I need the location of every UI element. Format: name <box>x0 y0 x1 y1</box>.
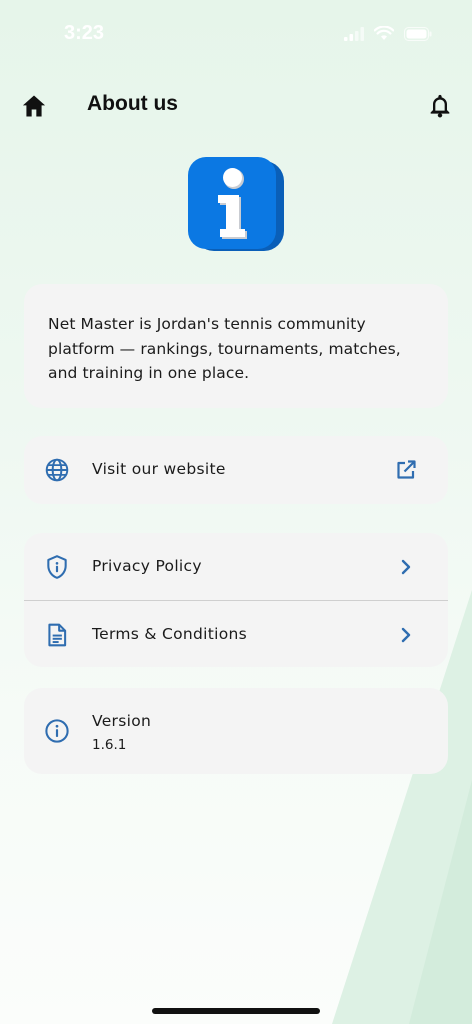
privacy-policy-label: Privacy Policy <box>92 557 202 575</box>
status-bar: 3:23 <box>0 0 472 70</box>
about-description: Net Master is Jordan's tennis community … <box>48 315 401 382</box>
home-icon <box>22 95 46 117</box>
wifi-icon <box>374 26 394 40</box>
terms-conditions-label: Terms & Conditions <box>92 625 248 643</box>
notifications-button[interactable] <box>426 92 454 120</box>
visit-website-row[interactable]: Visit our website <box>24 436 448 503</box>
document-icon <box>48 623 67 647</box>
cellular-signal-icon <box>344 26 364 41</box>
page-title: About us <box>87 92 178 115</box>
shield-info-icon <box>47 555 67 579</box>
home-button[interactable] <box>20 92 48 120</box>
version-card: Version 1.6.1 <box>24 688 448 774</box>
terms-conditions-row[interactable]: Terms & Conditions <box>24 601 448 668</box>
status-time: 3:23 <box>64 22 105 44</box>
chevron-right-icon <box>401 559 411 575</box>
app-header: About us <box>0 80 472 132</box>
battery-icon <box>404 26 432 41</box>
website-card: Visit our website <box>24 436 448 504</box>
info-logo <box>188 157 284 253</box>
privacy-policy-row[interactable]: Privacy Policy <box>24 533 448 600</box>
info-circle-icon <box>45 719 69 743</box>
legal-links-card: Privacy Policy Terms & Conditions <box>24 533 448 667</box>
chevron-right-icon <box>401 627 411 643</box>
about-card: Net Master is Jordan's tennis community … <box>24 284 448 408</box>
status-icons <box>344 26 432 41</box>
visit-website-label: Visit our website <box>92 460 226 478</box>
home-indicator[interactable] <box>152 1008 320 1014</box>
external-link-icon <box>397 460 416 479</box>
globe-icon <box>45 458 69 482</box>
bell-icon <box>430 94 450 118</box>
version-value: 1.6.1 <box>92 737 127 753</box>
info-logo-icon <box>188 157 284 251</box>
version-label: Version <box>92 712 152 730</box>
